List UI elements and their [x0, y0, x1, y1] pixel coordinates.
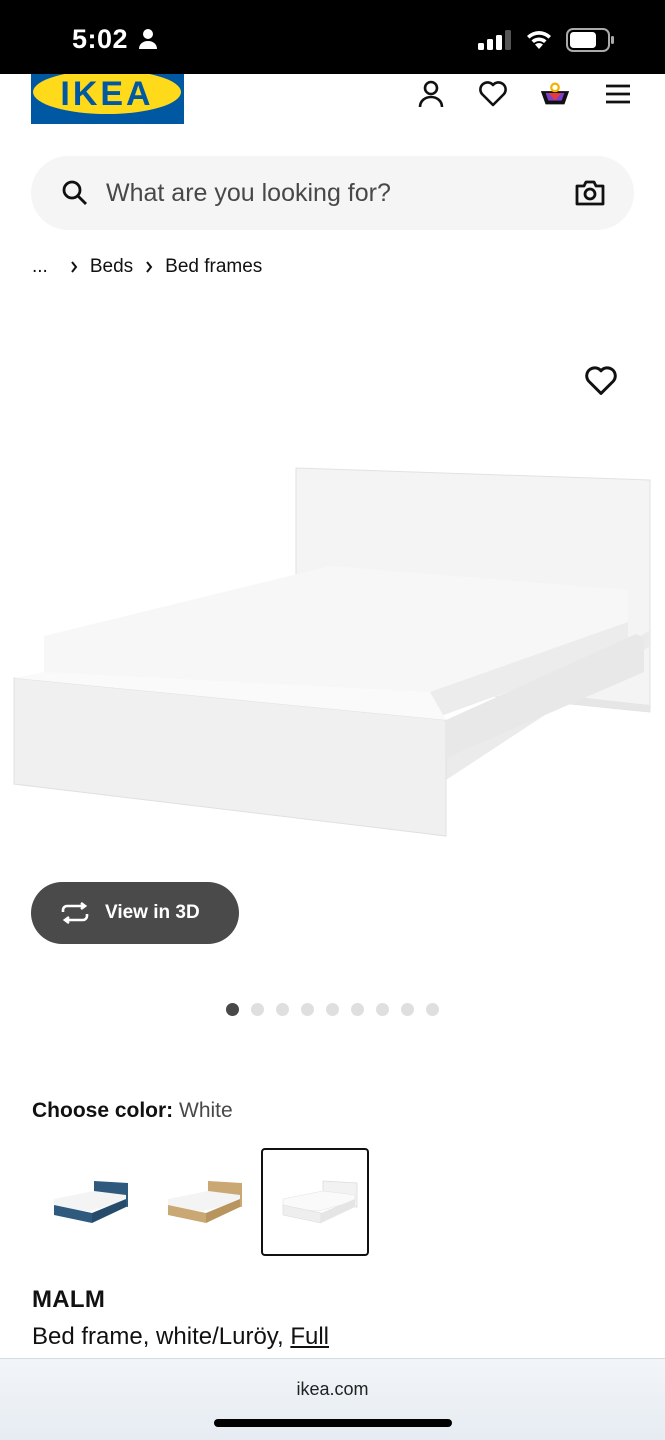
menu-icon[interactable]: [602, 78, 634, 110]
breadcrumb-item-bed-frames[interactable]: Bed frames: [165, 256, 262, 278]
status-bar: 5:02: [0, 0, 665, 74]
choose-color-label: Choose color:: [32, 1099, 180, 1122]
image-pagination: [226, 1003, 439, 1016]
product-description: Bed frame, white/Luröy, Full: [32, 1323, 329, 1351]
color-swatch-dark-blue[interactable]: [32, 1148, 140, 1256]
pagination-dot[interactable]: [251, 1003, 264, 1016]
camera-icon[interactable]: [574, 178, 606, 213]
search-icon: [61, 179, 89, 212]
breadcrumb-ellipsis[interactable]: ...: [32, 256, 48, 278]
chevron-right-icon: [145, 261, 153, 273]
wifi-icon: [524, 27, 554, 56]
color-swatch-white[interactable]: [261, 1148, 369, 1256]
pagination-dot[interactable]: [276, 1003, 289, 1016]
search-input[interactable]: [106, 174, 536, 212]
pagination-dot[interactable]: [426, 1003, 439, 1016]
selected-color-value: White: [179, 1099, 233, 1122]
battery-icon: [566, 28, 616, 57]
product-name: MALM: [32, 1286, 106, 1313]
view-in-3d-label: View in 3D: [105, 902, 200, 923]
ikea-logo[interactable]: IKEA: [31, 74, 184, 124]
logo-text: IKEA: [60, 75, 153, 113]
url-text: ikea.com: [296, 1379, 369, 1399]
product-description-text: Bed frame, white/Luröy,: [32, 1323, 291, 1350]
pagination-dot[interactable]: [401, 1003, 414, 1016]
rotate-3d-icon: [59, 902, 91, 924]
breadcrumb: ... Beds Bed frames: [32, 256, 262, 278]
browser-url-bar[interactable]: ikea.com: [0, 1358, 665, 1440]
search-bar[interactable]: [31, 156, 634, 230]
pagination-dot[interactable]: [226, 1003, 239, 1016]
home-indicator[interactable]: [214, 1419, 452, 1427]
size-link[interactable]: Full: [290, 1323, 329, 1350]
breadcrumb-item-beds[interactable]: Beds: [90, 256, 133, 278]
color-swatch-oak-veneer[interactable]: [146, 1148, 254, 1256]
pagination-dot[interactable]: [326, 1003, 339, 1016]
view-in-3d-button[interactable]: View in 3D: [31, 882, 239, 944]
pagination-dot[interactable]: [351, 1003, 364, 1016]
pagination-dot[interactable]: [301, 1003, 314, 1016]
cellular-signal-icon: [478, 30, 512, 55]
person-icon: [138, 28, 158, 55]
heart-icon[interactable]: [477, 78, 509, 110]
user-icon[interactable]: [415, 78, 447, 110]
product-image[interactable]: [0, 440, 665, 860]
choose-color: Choose color: White: [32, 1099, 233, 1123]
chevron-right-icon: [70, 261, 78, 273]
pagination-dot[interactable]: [376, 1003, 389, 1016]
status-time: 5:02: [72, 24, 129, 54]
save-to-favourites-icon[interactable]: [584, 365, 620, 401]
basket-icon[interactable]: [539, 78, 571, 110]
